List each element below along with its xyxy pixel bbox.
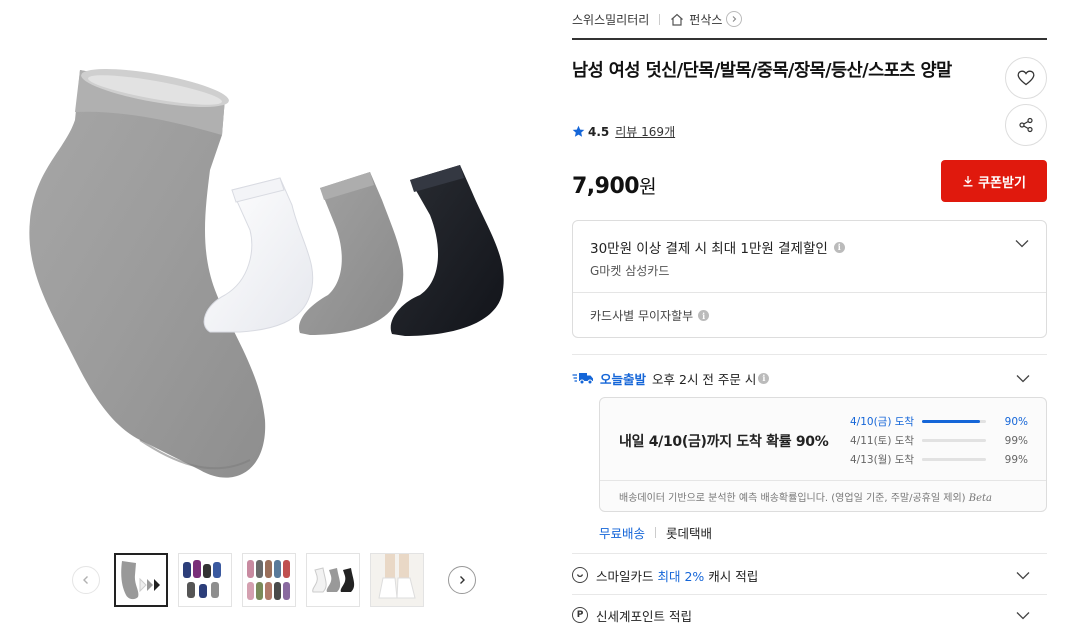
- rating-score: 4.5: [588, 124, 610, 139]
- prediction-row: 4/11(토) 도착 99%: [850, 431, 1035, 450]
- chevron-down-icon[interactable]: [1015, 239, 1029, 248]
- share-icon: [1019, 117, 1033, 133]
- divider: [600, 480, 1046, 481]
- thumbnail-strip: [72, 552, 476, 608]
- today-ship-badge: 오늘출발: [600, 371, 647, 387]
- divider: [573, 292, 1046, 293]
- chevron-right-icon: [460, 576, 465, 584]
- smile-card-label: 스마일카드: [596, 568, 654, 584]
- prediction-pct: 90%: [1004, 415, 1028, 428]
- chevron-down-icon[interactable]: [1016, 571, 1030, 580]
- prediction-note-text: 배송데이터 기반으로 분석한 예측 배송확률입니다. (영업일 기준, 주말/공…: [619, 493, 966, 504]
- rating-row: 4.5 리뷰 169개: [572, 123, 675, 140]
- smile-card-benefit-row[interactable]: 스마일카드 최대 2% 캐시 적립: [572, 564, 1047, 586]
- discount-card: G마켓 삼성카드: [590, 264, 670, 278]
- probability-fill: [922, 420, 980, 423]
- thumbnail-1[interactable]: [114, 553, 168, 607]
- price: 7,900원: [572, 172, 657, 199]
- discount-headline-row[interactable]: 30만원 이상 결제 시 최대 1만원 결제할인 i: [590, 237, 845, 257]
- thumbnail-prev-button[interactable]: [72, 566, 100, 594]
- prediction-list: 4/10(금) 도착 90% 4/11(토) 도착 99% 4/13(월) 도착…: [850, 412, 1035, 469]
- smile-icon: [572, 567, 588, 583]
- shipping-row[interactable]: 오늘출발 오후 2시 전 주문 시 i: [572, 367, 1047, 389]
- smile-card-text: 스마일카드 최대 2% 캐시 적립: [596, 566, 758, 585]
- wishlist-button[interactable]: [1005, 57, 1047, 99]
- chevron-right-icon: [733, 16, 737, 22]
- chevron-left-icon: [83, 576, 88, 584]
- smile-card-suffix: 캐시 적립: [708, 568, 759, 584]
- brand-link[interactable]: 스위스밀리터리: [572, 11, 649, 28]
- info-icon[interactable]: i: [833, 241, 845, 253]
- fast-delivery-icon: [572, 373, 593, 385]
- probability-bar: [922, 458, 986, 461]
- coupon-button-label: 쿠폰받기: [978, 175, 1026, 191]
- price-value: 7,900: [572, 174, 640, 199]
- prediction-date: 4/13(월) 도착: [850, 454, 915, 466]
- star-icon: [572, 125, 585, 137]
- chevron-down-icon[interactable]: [1016, 611, 1030, 620]
- delivery-prediction-box: 내일 4/10(금)까지 도착 확률 90% 4/10(금) 도착 90% 4/…: [599, 397, 1047, 512]
- free-shipping-label: 무료배송: [599, 526, 646, 541]
- seller-row: 스위스밀리터리 펀삭스: [572, 0, 1047, 40]
- info-icon[interactable]: i: [698, 310, 710, 321]
- divider: [572, 354, 1047, 355]
- home-icon: [671, 13, 684, 26]
- prediction-pct: 99%: [1004, 434, 1028, 447]
- probability-bar: [922, 420, 986, 423]
- coupon-button[interactable]: 쿠폰받기: [941, 160, 1047, 202]
- prediction-date: 4/10(금) 도착: [850, 416, 915, 428]
- thumbnail-next-button[interactable]: [448, 566, 476, 594]
- divider: [572, 553, 1047, 554]
- discount-headline: 30만원 이상 결제 시 최대 1만원 결제할인: [590, 241, 828, 257]
- divider: [572, 594, 1047, 595]
- share-button[interactable]: [1005, 104, 1047, 146]
- thumbnail-5[interactable]: [370, 553, 424, 607]
- price-unit: 원: [639, 176, 657, 198]
- probability-fill: [922, 439, 986, 442]
- shinsegae-point-row[interactable]: P 신세계포인트 적립: [572, 604, 1047, 626]
- product-info-panel: 스위스밀리터리 펀삭스 남성 여성 덧신/단목/발목/중목/장목/등산/스포츠 …: [572, 0, 1047, 624]
- ship-cutoff: 오후 2시 전 주문 시: [652, 371, 757, 387]
- courier-name: 롯데택배: [666, 526, 713, 541]
- prediction-note: 배송데이터 기반으로 분석한 예측 배송확률입니다. (영업일 기준, 주말/공…: [619, 489, 992, 504]
- review-link[interactable]: 리뷰 169개: [615, 123, 675, 140]
- installment-row[interactable]: 카드사별 무이자할부 i: [590, 307, 710, 324]
- prediction-headline: 내일 4/10(금)까지 도착 확률 90%: [619, 434, 829, 450]
- probability-bar: [922, 439, 986, 442]
- thumbnail-4[interactable]: [306, 553, 360, 607]
- discount-box: 30만원 이상 결제 시 최대 1만원 결제할인 i G마켓 삼성카드 카드사별…: [572, 220, 1047, 338]
- prediction-pct: 99%: [1004, 453, 1028, 466]
- product-title: 남성 여성 덧신/단목/발목/중목/장목/등산/스포츠 양말: [572, 61, 952, 81]
- prediction-date: 4/11(토) 도착: [850, 435, 915, 447]
- prediction-row: 4/10(금) 도착 90%: [850, 412, 1035, 431]
- main-product-image: [10, 40, 540, 510]
- chevron-down-icon[interactable]: [1016, 374, 1030, 383]
- beta-label: Beta: [968, 493, 992, 504]
- store-link-arrow[interactable]: [726, 11, 743, 27]
- heart-icon: [1017, 70, 1035, 86]
- separator: [655, 527, 657, 538]
- separator: [659, 13, 661, 25]
- free-shipping-row: 무료배송 롯데택배: [599, 523, 712, 542]
- shinsegae-point-label: 신세계포인트 적립: [596, 608, 692, 624]
- installment-label: 카드사별 무이자할부: [590, 309, 694, 323]
- point-icon: P: [572, 607, 588, 623]
- prediction-row: 4/13(월) 도착 99%: [850, 450, 1035, 469]
- probability-fill: [922, 458, 986, 461]
- thumbnail-2[interactable]: [178, 553, 232, 607]
- store-link[interactable]: 펀삭스: [689, 11, 722, 28]
- smile-card-rate: 최대 2%: [657, 568, 705, 584]
- thumbnail-3[interactable]: [242, 553, 296, 607]
- download-icon: [963, 176, 973, 187]
- info-icon[interactable]: i: [758, 372, 770, 384]
